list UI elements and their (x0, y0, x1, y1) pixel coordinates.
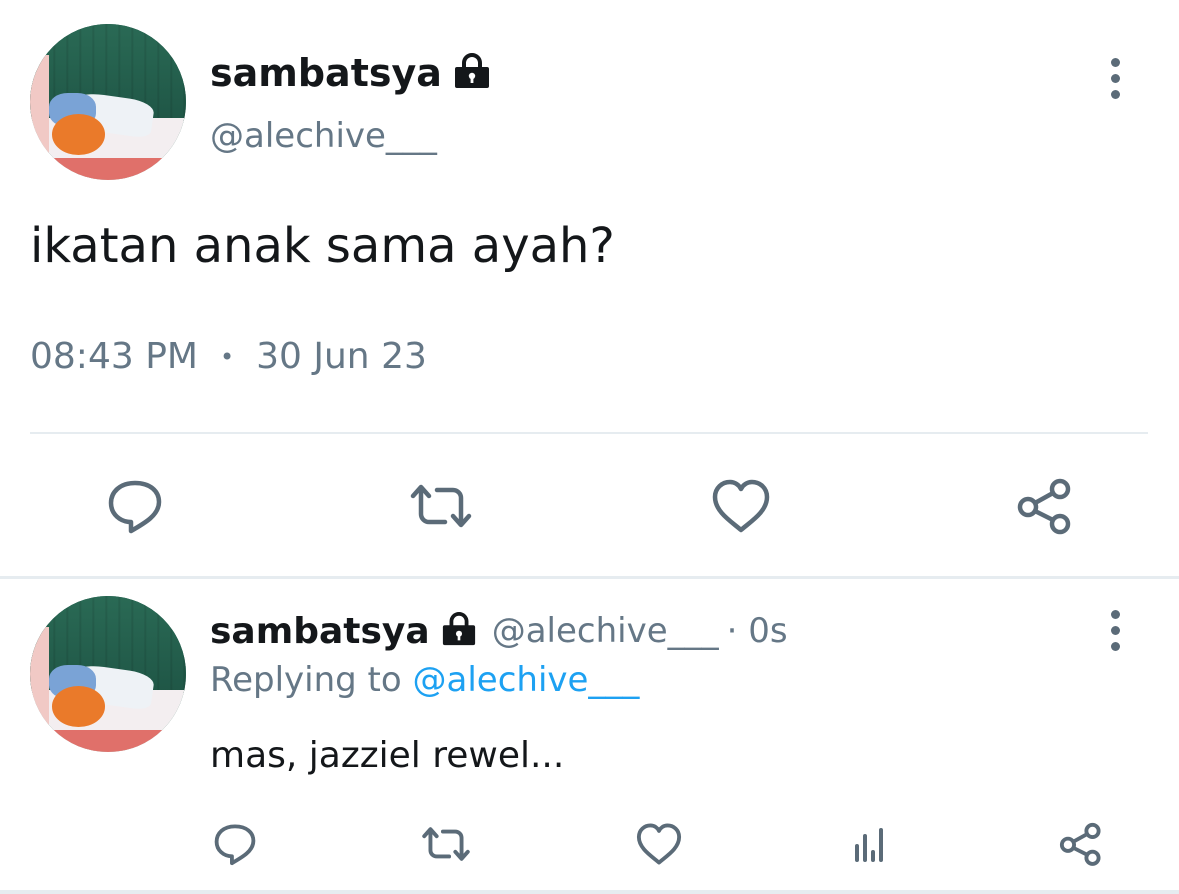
analytics-icon (855, 828, 883, 862)
tweet-timestamp: 08:43 PM • 30 Jun 23 (30, 336, 427, 377)
reply-like-button[interactable] (632, 818, 686, 870)
divider (30, 432, 1148, 434)
tweet-date[interactable]: 30 Jun 23 (256, 336, 427, 377)
reply-comment-button[interactable] (208, 818, 262, 870)
retweet-button[interactable] (403, 474, 479, 538)
retweet-icon (410, 484, 472, 528)
replying-mention-link[interactable]: @alechive___ (413, 660, 640, 700)
more-vertical-icon[interactable] (1100, 58, 1130, 99)
more-vertical-icon[interactable] (1100, 610, 1130, 651)
display-name[interactable]: sambatsya (210, 51, 442, 95)
reply-share-button[interactable] (1054, 818, 1108, 870)
lock-icon (440, 611, 478, 651)
reply-author-row: sambatsya @alechive___ · 0s (210, 606, 788, 656)
reply-handle[interactable]: @alechive___ (492, 611, 719, 651)
bottom-divider (0, 890, 1179, 894)
tweet-text: ikatan anak sama ayah? (30, 218, 615, 274)
share-icon (1059, 822, 1101, 866)
author-handle[interactable]: @alechive___ (210, 116, 437, 156)
author-name-row: sambatsya (210, 48, 492, 98)
heart-icon (636, 823, 682, 865)
comment-icon (108, 480, 162, 534)
comment-icon (214, 824, 256, 866)
reply-button[interactable] (100, 474, 170, 538)
heart-icon (712, 479, 770, 533)
tweet-time[interactable]: 08:43 PM (30, 336, 198, 377)
like-button[interactable] (706, 474, 776, 538)
avatar[interactable] (30, 24, 186, 180)
reply-display-name[interactable]: sambatsya (210, 611, 430, 652)
replying-prefix: Replying to (210, 660, 402, 700)
share-button[interactable] (1010, 474, 1080, 538)
share-icon (1017, 478, 1071, 535)
meta-separator: • (219, 342, 235, 371)
replying-to: Replying to @alechive___ (210, 660, 639, 700)
reply-age: · 0s (726, 611, 788, 651)
reply-text: mas, jazziel rewel... (210, 735, 565, 776)
reply-retweet-button[interactable] (416, 818, 476, 870)
lock-icon (452, 52, 492, 94)
retweet-icon (422, 827, 470, 861)
reply-analytics-button[interactable] (842, 818, 896, 870)
reply-avatar[interactable] (30, 596, 186, 752)
section-divider (0, 576, 1179, 579)
